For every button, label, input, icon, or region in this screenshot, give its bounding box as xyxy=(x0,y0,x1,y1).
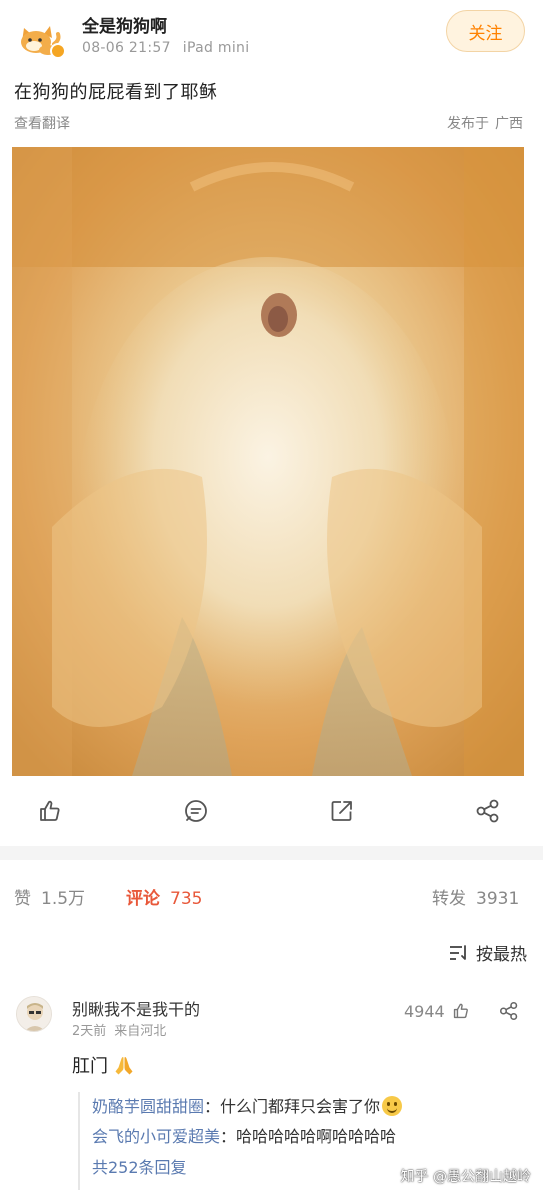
section-divider xyxy=(0,846,543,860)
repost-button[interactable] xyxy=(328,797,356,825)
like-button[interactable] xyxy=(36,797,64,825)
likes-label: 赞 xyxy=(14,889,31,909)
likes-count: 1.5万 xyxy=(41,889,86,909)
action-bar xyxy=(0,785,543,837)
reply-item[interactable]: 会飞的小可爱超美：哈哈哈哈哈啊哈哈哈哈 xyxy=(92,1122,518,1152)
comment-icon xyxy=(185,800,207,822)
verified-badge-icon xyxy=(50,43,66,59)
commenter-avatar[interactable] xyxy=(16,996,52,1032)
reply-author[interactable]: 奶酪芋圆甜甜圈 xyxy=(92,1097,204,1116)
comment-button[interactable] xyxy=(182,797,210,825)
sort-toggle[interactable]: 按最热 xyxy=(448,940,527,965)
post-location: 发布于 广西 xyxy=(447,113,523,133)
comment-body: 肛门 xyxy=(72,1056,108,1077)
comment-time: 2天前 xyxy=(72,1024,107,1039)
likes-tab[interactable]: 赞 1.5万 xyxy=(14,884,85,909)
location-prefix: 发布于 xyxy=(447,116,489,132)
sort-label: 按最热 xyxy=(476,945,527,965)
reply-text: ：哈哈哈哈哈啊哈哈哈哈 xyxy=(220,1127,397,1146)
post-text: 在狗狗的屁屁看到了耶稣 xyxy=(14,82,218,103)
thumb-up-icon xyxy=(453,1003,468,1019)
commenter-name[interactable]: 别瞅我不是我干的 xyxy=(72,996,200,1020)
dog-photo-image xyxy=(12,147,524,776)
reposts-label: 转发 xyxy=(432,889,466,909)
reposts-count: 3931 xyxy=(476,889,520,909)
post-device: iPad mini xyxy=(182,40,250,56)
thumb-up-icon xyxy=(40,800,60,821)
comments-tab[interactable]: 评论 735 xyxy=(126,884,202,909)
comment-source: 来自河北 xyxy=(114,1024,167,1039)
location-name: 广西 xyxy=(495,116,523,132)
reposts-tab[interactable]: 转发 3931 xyxy=(432,884,519,909)
author-name[interactable]: 全是狗狗啊 xyxy=(82,12,167,37)
share-button[interactable] xyxy=(474,797,502,825)
comment-meta: 2天前 来自河北 xyxy=(72,1020,166,1039)
comment-like-button[interactable]: 4944 xyxy=(404,1001,471,1021)
comment-text: 肛门 xyxy=(72,1052,136,1078)
praying-hands-icon xyxy=(115,1057,133,1075)
follow-button[interactable]: 关注 xyxy=(446,10,525,52)
post-header: 全是狗狗啊 08-06 21:57 iPad mini 关注 xyxy=(0,0,543,72)
comment-share-button[interactable] xyxy=(498,1000,520,1022)
smile-emoji-icon xyxy=(382,1096,403,1116)
commenter-avatar-image xyxy=(17,997,51,1031)
stats-row: 赞 1.5万 评论 735 转发 3931 xyxy=(0,862,543,926)
post-meta: 08-06 21:57 iPad mini xyxy=(82,40,249,56)
reply-item[interactable]: 奶酪芋圆甜甜圈：什么门都拜只会害了你 xyxy=(92,1092,518,1122)
sort-icon xyxy=(450,944,466,960)
comments-label: 评论 xyxy=(126,889,160,909)
post-photo[interactable] xyxy=(12,147,524,776)
comments-count: 735 xyxy=(170,889,203,909)
repost-icon xyxy=(331,801,352,821)
translate-link[interactable]: 查看翻译 xyxy=(14,113,70,133)
watermark: 知乎 @愚公翻山越岭 xyxy=(400,1169,531,1185)
share-icon xyxy=(499,1001,518,1021)
share-icon xyxy=(476,799,499,823)
reply-author[interactable]: 会飞的小可爱超美 xyxy=(92,1127,220,1146)
comment-like-count: 4944 xyxy=(404,1001,445,1021)
reply-text: ：什么门都拜只会害了你 xyxy=(204,1097,381,1116)
post-date: 08-06 21:57 xyxy=(82,40,171,56)
